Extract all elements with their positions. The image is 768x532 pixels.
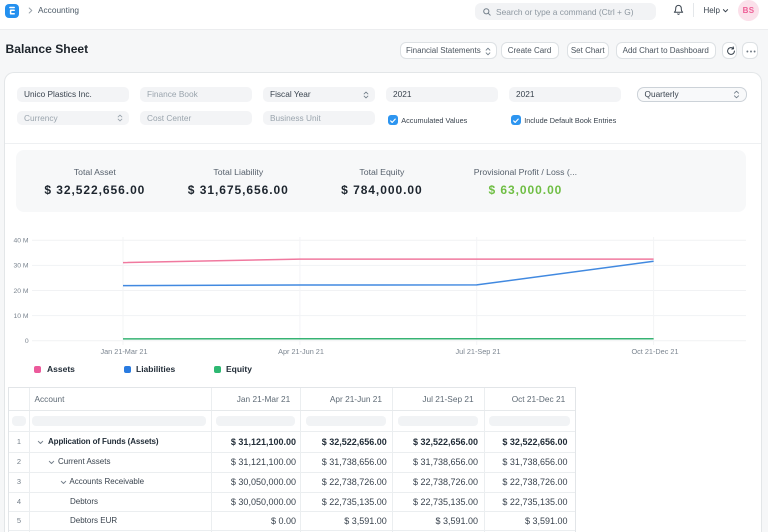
svg-text:30 M: 30 M xyxy=(13,263,28,270)
svg-text:0: 0 xyxy=(25,338,29,345)
svg-text:20 M: 20 M xyxy=(13,288,28,295)
svg-text:10 M: 10 M xyxy=(13,313,28,320)
svg-text:40 M: 40 M xyxy=(13,238,28,245)
